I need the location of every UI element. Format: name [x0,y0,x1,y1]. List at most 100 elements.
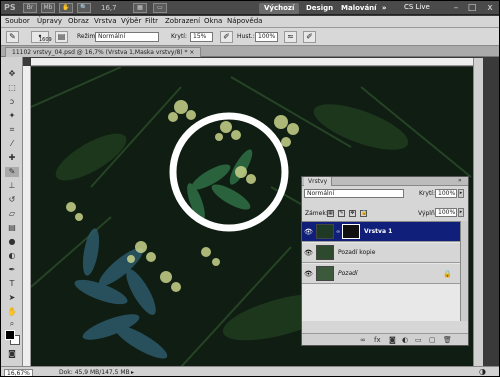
minibridge-icon[interactable]: Mb [41,3,55,13]
workspace-malovani[interactable]: Malování [336,3,382,14]
lock-transparency-icon[interactable]: ▦ [327,210,334,217]
zoom-tool-icon[interactable]: ⌕ [5,319,19,329]
layers-panel-footer: ∞ fx ◙ ◐ ▭ ▢ 🗑 [302,333,468,345]
lock-all-icon[interactable]: 🔒 [360,210,367,217]
hand-tool-icon[interactable]: ✋ [5,307,19,317]
zoom-level[interactable]: 16,7 [101,4,117,12]
delete-layer-icon[interactable]: 🗑 [443,336,452,344]
flow-label: Hust.: [237,33,255,40]
eye-icon[interactable]: 👁 [304,228,313,236]
arrange-documents-icon[interactable]: ▦ [133,3,147,13]
move-tool-icon[interactable]: ✥ [5,69,19,79]
clone-stamp-tool-icon[interactable]: ⊥ [5,181,19,191]
status-zoom[interactable]: 16,67% [4,369,33,376]
lock-label: Zámek: [305,210,328,217]
document-tab-bar: 11102 vrstvy_04.psd @ 16,7% (Vrstva 1,Ma… [1,46,499,57]
gradient-tool-icon[interactable]: ▤ [5,223,19,233]
hand-tool-icon[interactable]: ✋ [59,3,73,13]
menu-vrstva[interactable]: Vrstva [94,17,117,25]
brush-panel-icon[interactable]: ▤ [55,31,68,43]
bridge-icon[interactable]: Br [23,3,37,13]
new-group-icon[interactable]: ▭ [415,336,422,344]
adjustment-layer-icon[interactable]: ◐ [402,336,408,344]
lasso-tool-icon[interactable]: ↄ [5,97,19,107]
healing-brush-tool-icon[interactable]: ✚ [5,153,19,163]
vertical-scrollbar[interactable] [473,58,483,366]
menu-obraz[interactable]: Obraz [68,17,89,25]
menu-okna[interactable]: Okna [204,17,222,25]
layer-name[interactable]: Pozadí kopie [338,249,375,256]
layer-mask-thumbnail[interactable] [342,224,360,239]
pen-tool-icon[interactable]: ✒ [5,265,19,275]
minimize-icon[interactable]: – [449,2,463,14]
blend-mode-select[interactable]: Normální [304,189,404,198]
opacity-slider-arrow[interactable]: ▸ [458,189,464,198]
type-tool-icon[interactable]: T [5,279,19,289]
blur-tool-icon[interactable]: ● [5,237,19,247]
status-menu-arrow-icon[interactable]: ▸ [131,369,134,376]
eyedropper-tool-icon[interactable]: ⁄ [5,139,19,149]
dodge-tool-icon[interactable]: ◐ [5,251,19,261]
menu-upravy[interactable]: Úpravy [37,17,62,25]
brush-tool-icon[interactable]: ✎ [5,167,19,177]
layer-row-pozadi[interactable]: 👁 Pozadí 🔒 [302,264,460,284]
layer-opacity-input[interactable]: 100% [435,189,457,198]
brush-tool-preset-icon[interactable]: ✎ [6,31,19,43]
document-tab[interactable]: 11102 vrstvy_04.psd @ 16,7% (Vrstva 1,Ma… [5,47,202,57]
opacity-label: Krytí: [171,33,187,40]
layers-scrollbar[interactable] [460,221,468,321]
lock-pixels-icon[interactable]: ✎ [338,210,345,217]
lock-position-icon[interactable]: ✥ [349,210,356,217]
fill-slider-arrow[interactable]: ▸ [458,208,464,217]
menu-vyber[interactable]: Výběr [121,17,141,25]
tablet-pressure-opacity-icon[interactable]: ✐ [220,31,233,43]
panel-collapse-icon[interactable]: » [458,177,462,184]
foreground-color-swatch[interactable] [5,330,15,340]
add-mask-icon[interactable]: ◙ [389,336,396,344]
menu-napoveda[interactable]: Nápověda [227,17,262,25]
tools-panel: ✥ ⬚ ↄ ✦ ⌗ ⁄ ✚ ✎ ⊥ ↺ ▱ ▤ ● ◐ ✒ T ➤ ✋ ⌕ ◙ [1,57,23,367]
quick-mask-icon[interactable]: ◙ [5,349,19,359]
lock-icon: 🔒 [443,270,452,278]
workspace-design[interactable]: Design [301,3,338,14]
eye-icon[interactable]: 👁 [304,249,313,257]
close-icon[interactable]: x [483,2,497,14]
crop-tool-icon[interactable]: ⌗ [5,125,19,135]
mode-select[interactable]: Normální [95,32,159,42]
quick-selection-tool-icon[interactable]: ✦ [5,111,19,121]
menu-filtr[interactable]: Filtr [145,17,158,25]
menu-soubor[interactable]: Soubor [5,17,30,25]
history-brush-tool-icon[interactable]: ↺ [5,195,19,205]
flow-input[interactable]: 100% [255,32,278,42]
more-workspaces-icon[interactable]: » [377,3,392,14]
options-bar: ✎ • 1609 ▤ Režim: Normální Krytí: 15% ✐ … [1,28,499,46]
tablet-pressure-size-icon[interactable]: ✐ [303,31,316,43]
layer-style-icon[interactable]: fx [374,336,381,344]
cs-live-button[interactable]: CS Live [404,3,430,11]
vertical-ruler [23,66,31,366]
new-layer-icon[interactable]: ▢ [429,336,436,344]
layer-name[interactable]: Vrstva 1 [364,228,392,235]
layer-name[interactable]: Pozadí [338,270,358,277]
opacity-input[interactable]: 15% [190,32,213,42]
eraser-tool-icon[interactable]: ▱ [5,209,19,219]
path-selection-tool-icon[interactable]: ➤ [5,293,19,303]
layer-thumbnail [316,245,334,260]
maximize-icon[interactable]: □ [465,2,479,14]
fill-input[interactable]: 100% [435,208,457,217]
screen-mode-icon[interactable]: ▭ [153,3,167,13]
eye-icon[interactable]: 👁 [304,270,313,278]
airbrush-icon[interactable]: ≈ [284,31,297,43]
brush-size-value: 1609 [39,37,52,43]
layer-row-pozadi-kopie[interactable]: 👁 Pozadí kopie [302,243,460,263]
link-layers-icon[interactable]: ∞ [360,336,366,344]
menu-zobrazeni[interactable]: Zobrazení [165,17,200,25]
application-bar: PS Br Mb ✋ 🔍 16,7 ▦ ▭ Výchozí Design Mal… [1,1,499,15]
layers-panel-tab[interactable]: Vrstvy [304,177,333,186]
zoom-tool-icon[interactable]: 🔍 [77,3,91,13]
link-icon[interactable]: ∞ [336,229,340,235]
layer-row-vrstva-1[interactable]: 👁 ∞ Vrstva 1 [302,222,460,242]
panel-dock-edge [483,58,499,366]
marquee-tool-icon[interactable]: ⬚ [5,83,19,93]
workspace-vychozi[interactable]: Výchozí [259,3,300,14]
